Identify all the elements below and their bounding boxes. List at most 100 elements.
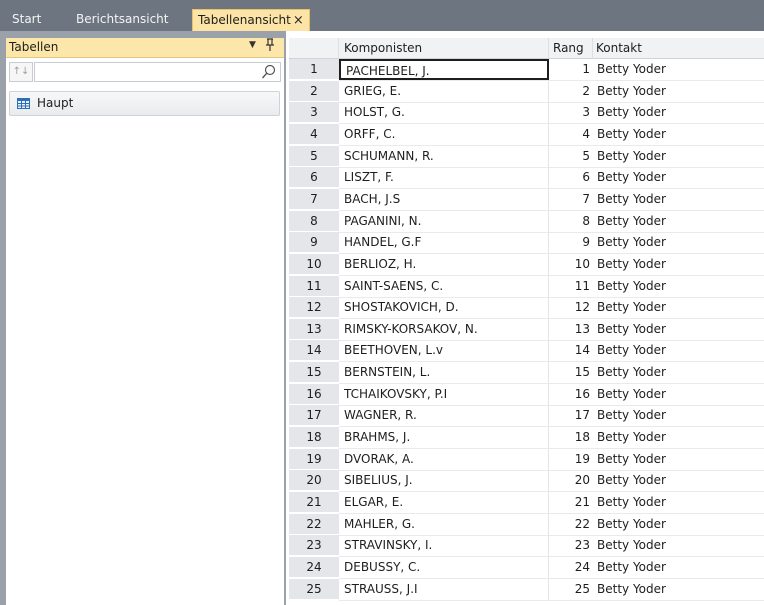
cell-kontakt[interactable]: Betty Yoder: [593, 146, 764, 167]
row-number[interactable]: 8: [289, 211, 339, 232]
row-number[interactable]: 16: [289, 384, 339, 405]
cell-komponist[interactable]: SIBELIUS, J.: [339, 470, 549, 491]
search-input[interactable]: [37, 64, 257, 80]
cell-rang[interactable]: 3: [549, 102, 593, 123]
tab-berichtsansicht[interactable]: Berichtsansicht: [70, 9, 175, 31]
row-number[interactable]: 3: [289, 102, 339, 123]
column-header-komponisten[interactable]: Komponisten: [339, 38, 549, 59]
cell-rang[interactable]: 23: [549, 535, 593, 556]
cell-kontakt[interactable]: Betty Yoder: [593, 427, 764, 448]
cell-rang[interactable]: 16: [549, 384, 593, 405]
cell-rang[interactable]: 2: [549, 81, 593, 102]
row-number[interactable]: 6: [289, 167, 339, 188]
cell-rang[interactable]: 5: [549, 146, 593, 167]
cell-kontakt[interactable]: Betty Yoder: [593, 232, 764, 253]
cell-kontakt[interactable]: Betty Yoder: [593, 319, 764, 340]
row-number[interactable]: 23: [289, 535, 339, 556]
cell-rang[interactable]: 6: [549, 167, 593, 188]
cell-rang[interactable]: 10: [549, 254, 593, 275]
cell-rang[interactable]: 20: [549, 470, 593, 491]
cell-kontakt[interactable]: Betty Yoder: [593, 470, 764, 491]
row-number[interactable]: 7: [289, 189, 339, 210]
row-number[interactable]: 1: [289, 59, 339, 80]
cell-kontakt[interactable]: Betty Yoder: [593, 535, 764, 556]
row-number[interactable]: 15: [289, 362, 339, 383]
cell-rang[interactable]: 21: [549, 492, 593, 513]
dropdown-arrow-icon[interactable]: ▼: [249, 40, 256, 50]
cell-komponist[interactable]: ELGAR, E.: [339, 492, 549, 513]
cell-rang[interactable]: 4: [549, 124, 593, 145]
column-header-kontakt[interactable]: Kontakt: [593, 38, 764, 59]
cell-komponist[interactable]: SHOSTAKOVICH, D.: [339, 297, 549, 318]
cell-kontakt[interactable]: Betty Yoder: [593, 276, 764, 297]
sidebar-item-haupt[interactable]: Haupt: [9, 91, 280, 116]
cell-rang[interactable]: 1: [549, 59, 593, 80]
row-number[interactable]: 19: [289, 449, 339, 470]
cell-rang[interactable]: 12: [549, 297, 593, 318]
cell-kontakt[interactable]: Betty Yoder: [593, 449, 764, 470]
close-tab-icon[interactable]: ×: [293, 11, 304, 31]
row-number[interactable]: 11: [289, 276, 339, 297]
cell-kontakt[interactable]: Betty Yoder: [593, 362, 764, 383]
row-number[interactable]: 20: [289, 470, 339, 491]
cell-kontakt[interactable]: Betty Yoder: [593, 81, 764, 102]
cell-komponist[interactable]: BRAHMS, J.: [339, 427, 549, 448]
cell-kontakt[interactable]: Betty Yoder: [593, 384, 764, 405]
cell-rang[interactable]: 17: [549, 405, 593, 426]
search-box[interactable]: [34, 62, 281, 82]
cell-komponist[interactable]: DEBUSSY, C.: [339, 557, 549, 578]
cell-komponist[interactable]: DVORAK, A.: [339, 449, 549, 470]
cell-rang[interactable]: 24: [549, 557, 593, 578]
cell-kontakt[interactable]: Betty Yoder: [593, 102, 764, 123]
row-number[interactable]: 5: [289, 146, 339, 167]
cell-komponist[interactable]: WAGNER, R.: [339, 405, 549, 426]
cell-kontakt[interactable]: Betty Yoder: [593, 124, 764, 145]
cell-komponist[interactable]: BERLIOZ, H.: [339, 254, 549, 275]
row-number[interactable]: 18: [289, 427, 339, 448]
cell-kontakt[interactable]: Betty Yoder: [593, 211, 764, 232]
row-number[interactable]: 22: [289, 514, 339, 535]
cell-rang[interactable]: 7: [549, 189, 593, 210]
cell-komponist[interactable]: HOLST, G.: [339, 102, 549, 123]
cell-kontakt[interactable]: Betty Yoder: [593, 254, 764, 275]
cell-komponist[interactable]: PACHELBEL, J.: [339, 59, 549, 80]
tab-start[interactable]: Start: [6, 9, 47, 31]
row-number[interactable]: 25: [289, 579, 339, 600]
row-number[interactable]: 24: [289, 557, 339, 578]
row-number[interactable]: 9: [289, 232, 339, 253]
row-number[interactable]: 4: [289, 124, 339, 145]
column-header-rang[interactable]: Rang: [549, 38, 593, 59]
cell-kontakt[interactable]: Betty Yoder: [593, 297, 764, 318]
cell-rang[interactable]: 9: [549, 232, 593, 253]
cell-komponist[interactable]: BEETHOVEN, L.v: [339, 340, 549, 361]
cell-rang[interactable]: 19: [549, 449, 593, 470]
cell-komponist[interactable]: SAINT-SAENS, C.: [339, 276, 549, 297]
row-number[interactable]: 2: [289, 81, 339, 102]
cell-kontakt[interactable]: Betty Yoder: [593, 557, 764, 578]
cell-komponist[interactable]: RIMSKY-KORSAKOV, N.: [339, 319, 549, 340]
cell-kontakt[interactable]: Betty Yoder: [593, 167, 764, 188]
cell-komponist[interactable]: ORFF, C.: [339, 124, 549, 145]
row-number[interactable]: 12: [289, 297, 339, 318]
cell-komponist[interactable]: LISZT, F.: [339, 167, 549, 188]
cell-rang[interactable]: 18: [549, 427, 593, 448]
cell-rang[interactable]: 11: [549, 276, 593, 297]
cell-kontakt[interactable]: Betty Yoder: [593, 59, 764, 80]
cell-rang[interactable]: 25: [549, 579, 593, 600]
row-number[interactable]: 13: [289, 319, 339, 340]
sort-button[interactable]: ↑↓: [9, 62, 33, 82]
cell-rang[interactable]: 22: [549, 514, 593, 535]
cell-rang[interactable]: 8: [549, 211, 593, 232]
pin-icon[interactable]: [265, 38, 275, 55]
cell-komponist[interactable]: BACH, J.S: [339, 189, 549, 210]
cell-rang[interactable]: 14: [549, 340, 593, 361]
cell-kontakt[interactable]: Betty Yoder: [593, 189, 764, 210]
cell-komponist[interactable]: HANDEL, G.F: [339, 232, 549, 253]
cell-kontakt[interactable]: Betty Yoder: [593, 340, 764, 361]
row-number[interactable]: 10: [289, 254, 339, 275]
cell-komponist[interactable]: TCHAIKOVSKY, P.I: [339, 384, 549, 405]
cell-komponist[interactable]: PAGANINI, N.: [339, 211, 549, 232]
cell-kontakt[interactable]: Betty Yoder: [593, 579, 764, 600]
row-number[interactable]: 21: [289, 492, 339, 513]
cell-komponist[interactable]: STRAUSS, J.I: [339, 579, 549, 600]
